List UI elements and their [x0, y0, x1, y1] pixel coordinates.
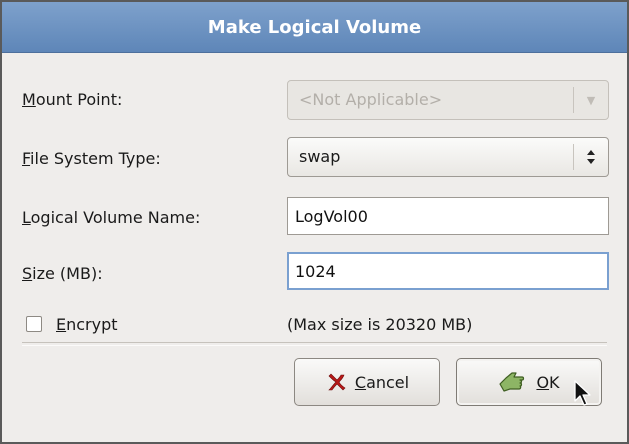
- ok-button-label: OK: [536, 373, 559, 392]
- encrypt-label-text: ncrypt: [66, 315, 118, 334]
- up-down-arrows-icon: [574, 138, 608, 176]
- x-icon: [325, 371, 347, 393]
- volume-name-input[interactable]: [287, 197, 609, 235]
- ok-label-text: K: [549, 372, 560, 392]
- mount-point-label-text: ount Point:: [35, 90, 123, 109]
- volume-name-label-mnemonic: L: [22, 208, 31, 227]
- file-system-type-label: File System Type:: [22, 147, 161, 171]
- mount-point-value: <Not Applicable>: [299, 90, 443, 109]
- cancel-label-text: ancel: [366, 372, 410, 392]
- encrypt-label[interactable]: Encrypt: [56, 313, 118, 337]
- cancel-mnemonic: C: [354, 372, 367, 392]
- file-system-type-combo[interactable]: swap: [287, 137, 609, 177]
- mount-point-label-mnemonic: M: [22, 90, 36, 109]
- volume-name-label: Logical Volume Name:: [22, 206, 200, 230]
- mouse-pointer-icon: [574, 380, 591, 406]
- file-system-type-label-text: ile System Type:: [30, 149, 161, 168]
- mount-point-label: Mount Point:: [22, 88, 122, 112]
- file-system-type-value: swap: [299, 147, 341, 166]
- mount-point-combo[interactable]: <Not Applicable> ▼: [287, 80, 609, 120]
- volume-name-label-text: ogical Volume Name:: [30, 208, 201, 227]
- button-separator: [22, 342, 607, 346]
- make-logical-volume-dialog: Make Logical Volume Mount Point: <Not Ap…: [0, 0, 629, 444]
- size-label-text: ize (MB):: [32, 264, 103, 283]
- triangle-down-icon: ▼: [586, 93, 596, 107]
- cancel-button-label: Cancel: [355, 373, 409, 392]
- cancel-button[interactable]: Cancel: [294, 358, 440, 406]
- size-input[interactable]: [287, 252, 609, 290]
- size-label: Size (MB):: [22, 262, 103, 286]
- ok-hand-icon: [498, 370, 528, 394]
- dialog-titlebar: Make Logical Volume: [2, 2, 627, 53]
- file-system-type-label-mnemonic: F: [22, 149, 31, 168]
- dialog-title: Make Logical Volume: [207, 16, 422, 38]
- encrypt-checkbox[interactable]: [26, 316, 42, 332]
- encrypt-label-mnemonic: E: [56, 315, 67, 334]
- ok-mnemonic: O: [536, 372, 550, 392]
- max-size-text: (Max size is 20320 MB): [287, 315, 473, 334]
- size-label-mnemonic: S: [22, 264, 33, 283]
